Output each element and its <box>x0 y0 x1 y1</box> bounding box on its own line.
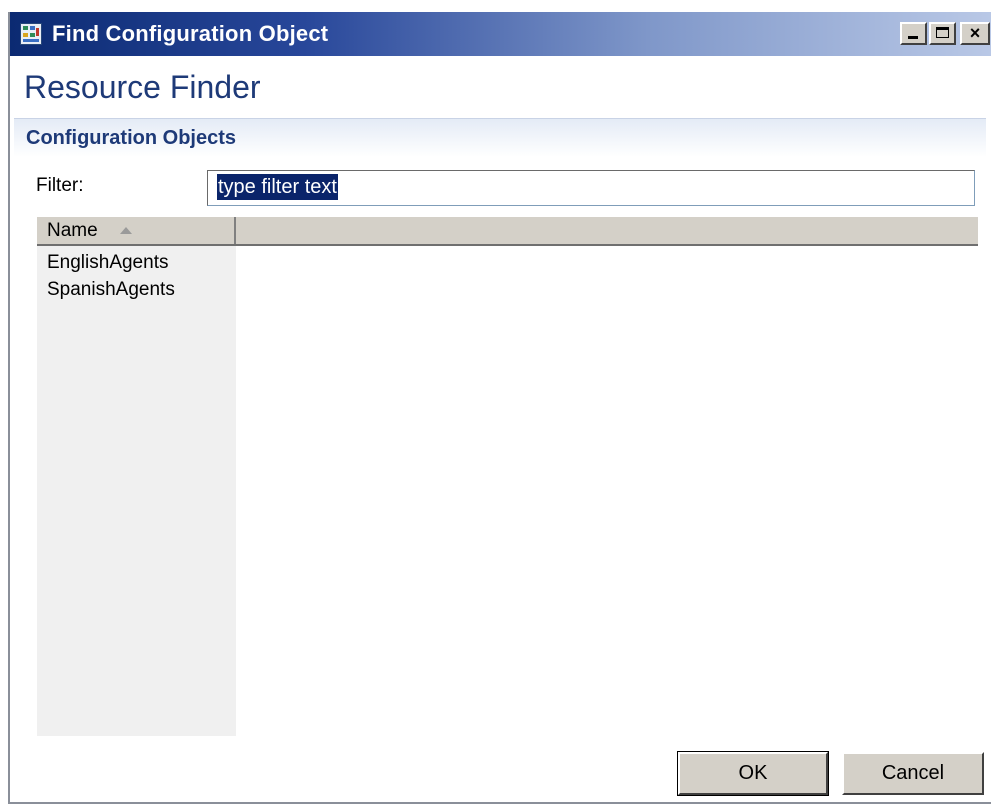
table-body: EnglishAgents SpanishAgents <box>37 249 236 303</box>
minimize-icon <box>908 36 918 39</box>
close-button[interactable]: × <box>960 22 990 45</box>
maximize-button[interactable] <box>929 22 956 45</box>
table-row[interactable]: EnglishAgents <box>37 249 236 276</box>
sort-ascending-icon <box>120 227 132 234</box>
filter-label: Filter: <box>36 175 84 196</box>
name-column <box>37 246 236 736</box>
title-bar[interactable]: Find Configuration Object × <box>10 12 991 56</box>
table-header: Name <box>37 217 978 246</box>
ok-button[interactable]: OK <box>677 751 829 796</box>
close-icon: × <box>969 23 981 43</box>
window-title: Find Configuration Object <box>52 21 329 46</box>
filter-input-text: type filter text <box>217 174 338 200</box>
find-configuration-object-dialog: Find Configuration Object × Resource Fin… <box>8 12 991 804</box>
section-header: Configuration Objects <box>14 118 986 157</box>
cancel-button[interactable]: Cancel <box>842 752 984 795</box>
maximize-icon <box>936 27 949 38</box>
column-header-name[interactable]: Name <box>37 217 236 244</box>
filter-input[interactable]: type filter text <box>207 170 975 206</box>
minimize-button[interactable] <box>900 22 927 45</box>
column-header-label: Name <box>47 220 98 241</box>
section-title: Configuration Objects <box>26 127 236 149</box>
table-row[interactable]: SpanishAgents <box>37 276 236 303</box>
configuration-objects-table: Name EnglishAgents SpanishAgents <box>37 217 978 736</box>
page-title: Resource Finder <box>24 69 261 105</box>
config-app-icon <box>20 23 42 45</box>
